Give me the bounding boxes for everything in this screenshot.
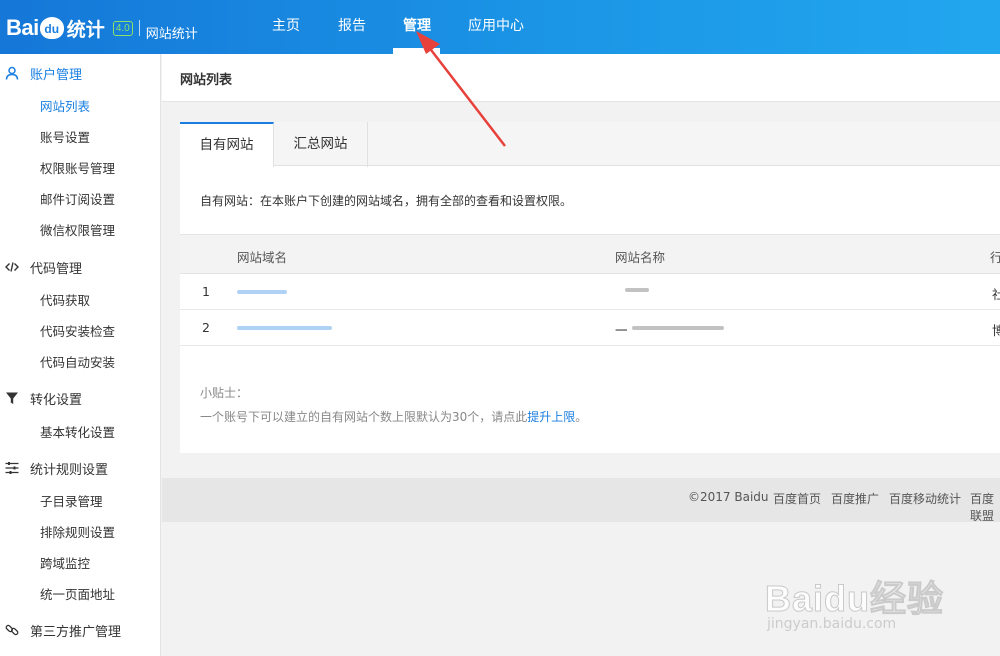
sidebar-item-subdirectory[interactable]: 子目录管理 [40,490,103,514]
sidebar-item-cross-domain[interactable]: 跨域监控 [40,552,90,576]
site-industry: 社 [992,287,1000,302]
table-row[interactable]: 1 社 [180,274,1000,310]
row-index: 1 [202,284,210,299]
column-header-name[interactable]: 网站名称 [615,247,665,266]
site-industry: 博 [992,323,1000,338]
sidebar-item-unified-url[interactable]: 统一页面地址 [40,583,115,607]
table-header: 网站域名 网站名称 行 [180,234,1000,274]
table-row[interactable]: 2 一 博 [180,310,1000,346]
sidebar-group-account[interactable]: 账户管理 [0,58,160,88]
column-header-domain[interactable]: 网站域名 [237,247,287,266]
redacted-name [632,326,724,330]
sidebar-item-basic-conversion[interactable]: 基本转化设置 [40,421,115,445]
tips-body: 一个账号下可以建立的自有网站个数上限默认为30个，请点此 [200,410,528,424]
baidu-tongji-logo[interactable]: Bai du 统计 4.0 网站统计 [6,14,198,42]
sidebar-group-conversion[interactable]: 转化设置 [0,383,160,413]
footer-link-baidu-promotion[interactable]: 百度推广 [831,490,879,507]
sidebar-group-code[interactable]: 代码管理 [0,252,160,282]
column-header-industry[interactable]: 行 [990,247,1000,266]
sidebar-item-wechat-permission[interactable]: 微信权限管理 [40,219,115,243]
page-header: 网站列表 [162,54,1000,102]
top-header: Bai du 统计 4.0 网站统计 主页 报告 管理 应用中心 [0,0,1000,54]
sidebar-group-label: 第三方推广管理 [30,624,122,640]
footer: ©2017 Baidu 百度首页 百度推广 百度移动统计 百度联盟 [162,478,1000,524]
site-name: 一 [615,323,628,338]
sidebar-group-label: 账户管理 [30,67,83,83]
code-icon [5,260,19,274]
redacted-name [625,288,649,292]
product-name: 网站统计 [145,26,198,42]
sidebar-item-site-list[interactable]: 网站列表 [40,95,90,119]
tips-text: 一个账号下可以建立的自有网站个数上限默认为30个，请点此提升上限。 [200,408,587,425]
page-title: 网站列表 [180,73,233,88]
sidebar-item-exclude-rules[interactable]: 排除规则设置 [40,521,115,545]
nav-home[interactable]: 主页 [270,0,302,54]
tab-own-sites[interactable]: 自有网站 [180,122,274,167]
nav-app-center[interactable]: 应用中心 [466,0,526,54]
tab-summary-sites[interactable]: 汇总网站 [274,122,368,167]
logo-paw-icon: du [39,17,64,39]
sidebar-item-email-subscription[interactable]: 邮件订阅设置 [40,188,115,212]
tips-end: 。 [575,410,588,424]
footer-link-baidu-union[interactable]: 百度联盟 [970,490,1000,524]
baidu-jingyan-watermark: Baidu经验 jingyan.baidu.com [764,550,965,640]
tips-title: 小贴士： [200,386,249,400]
tab-description: 自有网站：在本账户下创建的网站域名，拥有全部的查看和设置权限。 [200,194,573,208]
sliders-icon [5,461,19,475]
raise-limit-link[interactable]: 提升上限 [527,410,575,424]
sidebar-item-get-code[interactable]: 代码获取 [40,289,90,313]
watermark-url: jingyan.baidu.com [767,616,897,632]
footer-copyright: ©2017 Baidu [688,490,769,504]
redacted-domain [237,290,287,294]
sidebar-item-code-auto-install[interactable]: 代码自动安装 [40,351,115,375]
sidebar-item-code-check[interactable]: 代码安装检查 [40,320,115,344]
sidebar-group-stat-rules[interactable]: 统计规则设置 [0,453,160,483]
version-badge: 4.0 [112,20,133,36]
user-icon [5,66,19,80]
row-index: 2 [202,320,210,335]
redacted-domain [237,326,332,330]
logo-bai: Bai [6,15,39,40]
sidebar-group-third-party[interactable]: 第三方推广管理 [0,615,160,645]
logo-divider [138,20,140,36]
sidebar-item-permission-accounts[interactable]: 权限账号管理 [40,157,115,181]
link-icon [5,623,19,637]
footer-link-mobile-stats[interactable]: 百度移动统计 [889,490,961,507]
sidebar-group-label: 代码管理 [30,261,83,277]
nav-reports[interactable]: 报告 [336,0,368,54]
footer-link-baidu-home[interactable]: 百度首页 [773,490,821,507]
nav-manage[interactable]: 管理 [400,0,434,54]
sidebar-group-label: 统计规则设置 [30,462,109,478]
site-list-card: 自有网站 汇总网站 自有网站：在本账户下创建的网站域名，拥有全部的查看和设置权限… [180,122,1000,453]
logo-tongji: 统计 [66,18,105,41]
tab-bar: 自有网站 汇总网站 [180,122,1000,167]
filter-icon [5,391,19,405]
sidebar-item-account-settings[interactable]: 账号设置 [40,126,90,150]
sidebar: 账户管理 网站列表 账号设置 权限账号管理 邮件订阅设置 微信权限管理 代码管理… [0,54,161,656]
sidebar-group-label: 转化设置 [30,392,83,408]
watermark-main: Baidu经验 [764,578,945,620]
